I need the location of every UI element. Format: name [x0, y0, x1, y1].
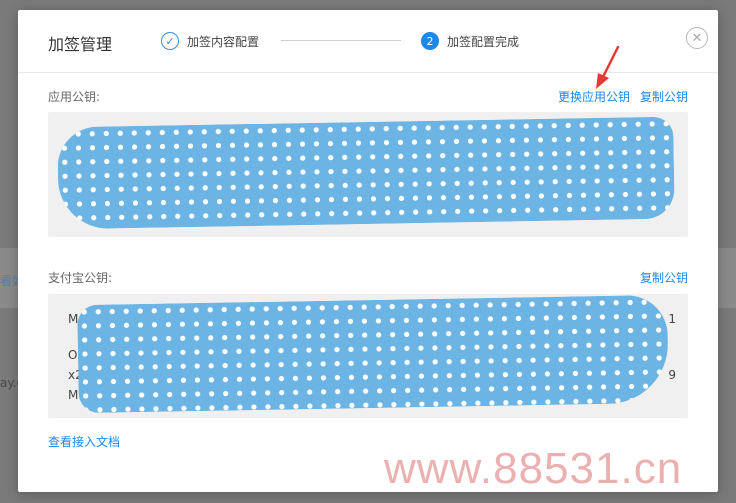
key-fragment: 9 — [668, 368, 676, 382]
step-label: 加签配置完成 — [447, 34, 520, 49]
copy-app-key-link[interactable]: 复制公钥 — [640, 88, 688, 105]
redaction-overlay — [77, 294, 669, 414]
step-label: 加签内容配置 — [187, 34, 260, 49]
app-public-key-box — [48, 112, 688, 237]
step-connector — [281, 40, 401, 41]
annotation-arrow-icon — [596, 45, 620, 89]
alipay-public-key-box: M Oxs x2Kl MRxu 1 9 — [48, 294, 688, 418]
watermark: www.88531.cn — [384, 444, 683, 493]
alipay-public-key-label: 支付宝公钥: — [48, 271, 113, 285]
signing-dialog: 加签管理 ✓ 加签内容配置 2 加签配置完成 ✕ 应用公钥: 更换应用公钥 复制… — [18, 10, 718, 492]
view-docs-link[interactable]: 查看接入文档 — [48, 433, 120, 450]
app-public-key-label: 应用公钥: — [48, 90, 101, 104]
dialog-title: 加签管理 — [48, 35, 113, 54]
step-number-icon: 2 — [421, 32, 439, 50]
step-2: 2 加签配置完成 — [421, 30, 519, 52]
check-icon: ✓ — [161, 32, 179, 50]
close-icon[interactable]: ✕ — [686, 27, 708, 49]
step-indicator: ✓ 加签内容配置 2 加签配置完成 — [161, 30, 541, 54]
key-fragment: 1 — [668, 312, 676, 326]
redaction-overlay — [57, 116, 675, 230]
copy-alipay-key-link[interactable]: 复制公钥 — [640, 269, 688, 286]
step-1: ✓ 加签内容配置 — [161, 30, 259, 52]
